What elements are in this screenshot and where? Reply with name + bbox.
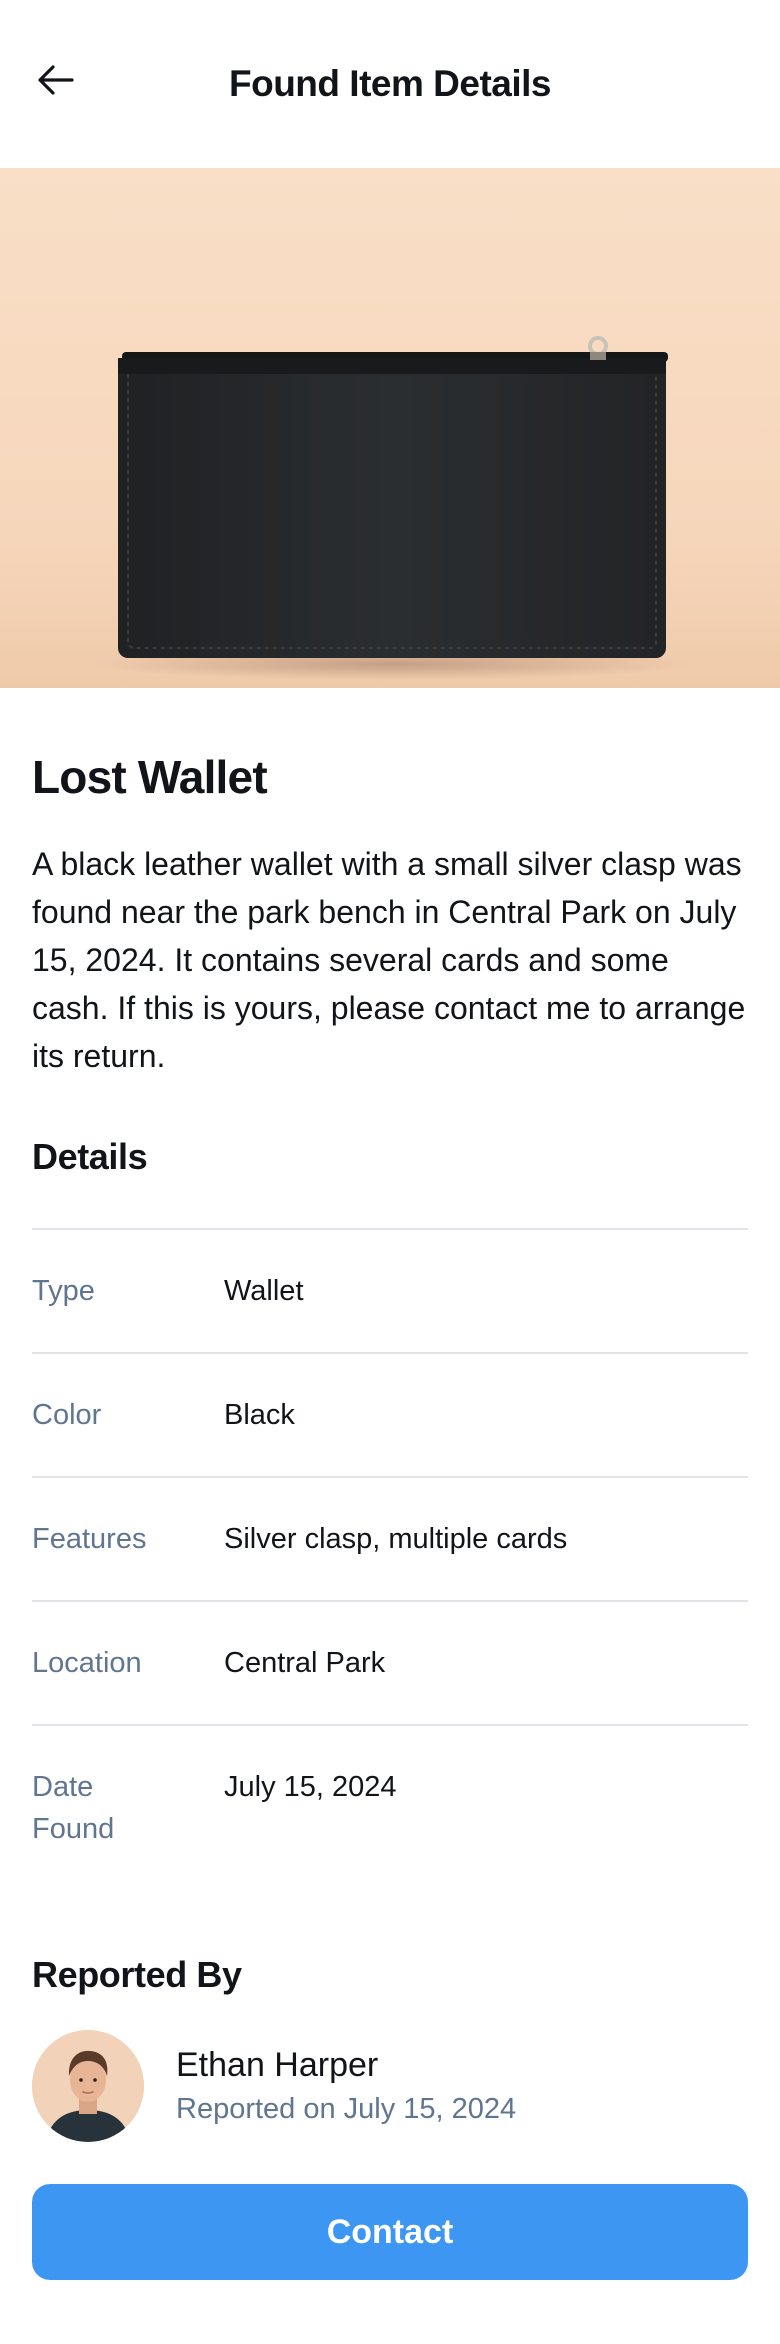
back-button[interactable]	[24, 48, 88, 112]
reported-date: Reported on July 15, 2024	[176, 2093, 517, 2125]
item-photo	[0, 168, 780, 688]
detail-label: Date Found	[32, 1771, 115, 1845]
reporter-info: Ethan Harper Reported on July 15, 2024	[176, 2043, 516, 2129]
app-header: Found Item Details	[0, 0, 780, 168]
details-table: Type Wallet Color Black Features Silver …	[32, 1228, 748, 1874]
reporter-name[interactable]: Ethan Harper	[176, 2043, 516, 2087]
detail-value: Central Park	[224, 1647, 386, 1679]
page-title: Found Item Details	[229, 63, 551, 104]
detail-label: Location	[32, 1647, 142, 1679]
detail-value: Black	[224, 1399, 295, 1431]
arrow-left-icon	[38, 65, 74, 95]
found-item-details-screen: Found Item Details Lost Wallet A black l…	[0, 0, 780, 2344]
detail-label: Features	[32, 1523, 147, 1555]
avatar[interactable]	[32, 2030, 144, 2142]
detail-row-features: Features Silver clasp, multiple cards	[32, 1476, 748, 1600]
detail-value: July 15, 2024	[224, 1771, 397, 1803]
reporter-card[interactable]: Ethan Harper Reported on July 15, 2024	[32, 2030, 516, 2142]
detail-label: Color	[32, 1399, 102, 1431]
reported-by-section-title: Reported By	[32, 1954, 242, 1995]
item-description: A black leather wallet with a small silv…	[32, 846, 746, 1074]
detail-label: Type	[32, 1275, 95, 1307]
detail-value: Wallet	[224, 1275, 304, 1307]
detail-row-location: Location Central Park	[32, 1600, 748, 1724]
item-title: Lost Wallet	[32, 751, 268, 803]
detail-row-type: Type Wallet	[32, 1228, 748, 1352]
detail-row-date-found: Date Found July 15, 2024	[32, 1724, 748, 1874]
contact-button[interactable]: Contact	[32, 2184, 748, 2280]
detail-row-color: Color Black	[32, 1352, 748, 1476]
details-section-title: Details	[32, 1136, 148, 1177]
detail-value: Silver clasp, multiple cards	[224, 1523, 568, 1555]
